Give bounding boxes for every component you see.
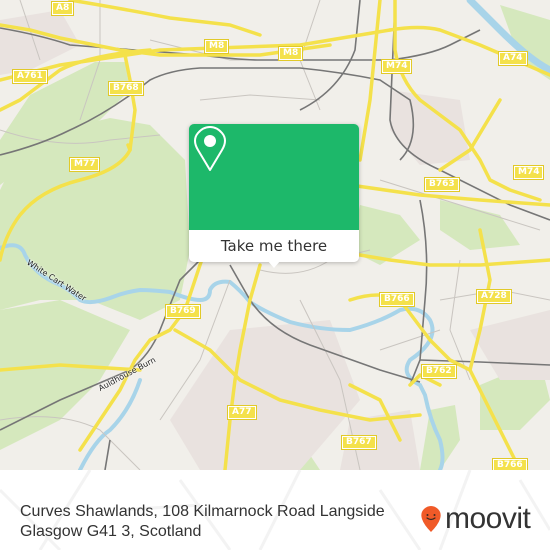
road-label-b763: B763 — [424, 177, 460, 192]
road-label-a761: A761 — [12, 69, 48, 84]
road-label-m8: M8 — [277, 46, 304, 61]
address-text: Curves Shawlands, 108 Kilmarnock Road La… — [20, 503, 385, 540]
popup-header — [189, 124, 359, 230]
map-pin-icon — [194, 126, 226, 171]
road-label-a728: A728 — [476, 289, 512, 304]
road-label-b766: B766 — [379, 292, 415, 307]
footer: Curves Shawlands, 108 Kilmarnock Road La… — [0, 470, 550, 550]
road-label-b768: B768 — [108, 81, 144, 96]
road-label-m74: M74 — [512, 165, 545, 180]
road-label-b767: B767 — [341, 435, 377, 450]
road-label-a74: A74 — [498, 51, 528, 66]
road-label-m74: M74 — [380, 59, 413, 74]
road-label-m77: M77 — [68, 157, 101, 172]
road-label-b769: B769 — [165, 304, 201, 319]
location-popup: Take me there — [189, 124, 359, 268]
road-label-m8: M8 — [203, 39, 230, 54]
moovit-logo-text: moovit — [445, 502, 531, 535]
take-me-there-button[interactable]: Take me there — [189, 230, 359, 262]
map[interactable]: A8 M8 M8 A761 B768 M74 A74 M77 B763 M74 … — [0, 0, 550, 470]
popup-pointer — [267, 260, 281, 268]
road-label-a8: A8 — [50, 1, 75, 16]
moovit-smiley-pin-icon — [421, 506, 441, 532]
road-label-b766: B766 — [492, 458, 528, 470]
moovit-logo[interactable]: moovit — [420, 502, 531, 535]
road-label-a77: A77 — [227, 405, 257, 420]
road-label-b762: B762 — [421, 364, 457, 379]
